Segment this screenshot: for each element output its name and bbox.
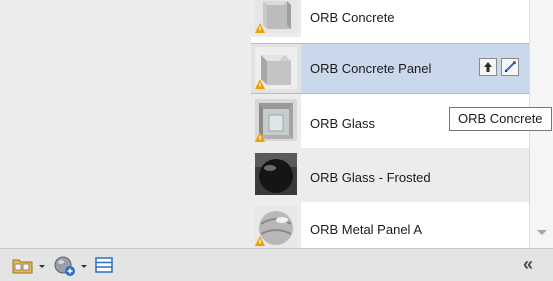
list-item[interactable]: ORB Concrete: [251, 0, 529, 37]
add-library-menu-icon: [54, 256, 75, 276]
list-item[interactable]: ORB Glass - Frosted: [251, 148, 529, 202]
edit-material-icon[interactable]: [501, 58, 519, 76]
list-view-button[interactable]: [95, 257, 113, 275]
chevron-down-icon: [81, 265, 87, 268]
list-item[interactable]: ORB Metal Panel A: [251, 202, 529, 248]
material-name: ORB Concrete Panel: [310, 61, 432, 76]
collapse-panel-button[interactable]: «: [523, 253, 533, 275]
frosted-glass-sphere-icon: [255, 153, 297, 195]
library-pane: [0, 0, 251, 248]
move-up-icon[interactable]: [479, 58, 497, 76]
bottom-toolbar: «: [0, 248, 553, 281]
tooltip: ORB Concrete: [449, 107, 552, 131]
library-menu-button[interactable]: [12, 256, 46, 276]
library-menu-icon: [12, 259, 33, 274]
warning-icon: [255, 79, 265, 89]
material-name: ORB Glass: [310, 116, 376, 131]
warning-icon: [255, 23, 265, 33]
scroll-down-arrow-icon[interactable]: [537, 230, 547, 235]
list-view-icon: [95, 257, 113, 273]
chevron-down-icon: [39, 265, 45, 268]
list-item-selected[interactable]: ORB Concrete Panel: [251, 43, 529, 94]
material-name: ORB Concrete: [310, 10, 395, 25]
warning-icon: [255, 236, 265, 246]
material-name: ORB Metal Panel A: [310, 222, 422, 237]
add-library-button[interactable]: [53, 255, 87, 277]
material-name: ORB Glass - Frosted: [310, 170, 431, 185]
warning-icon: [255, 132, 265, 142]
